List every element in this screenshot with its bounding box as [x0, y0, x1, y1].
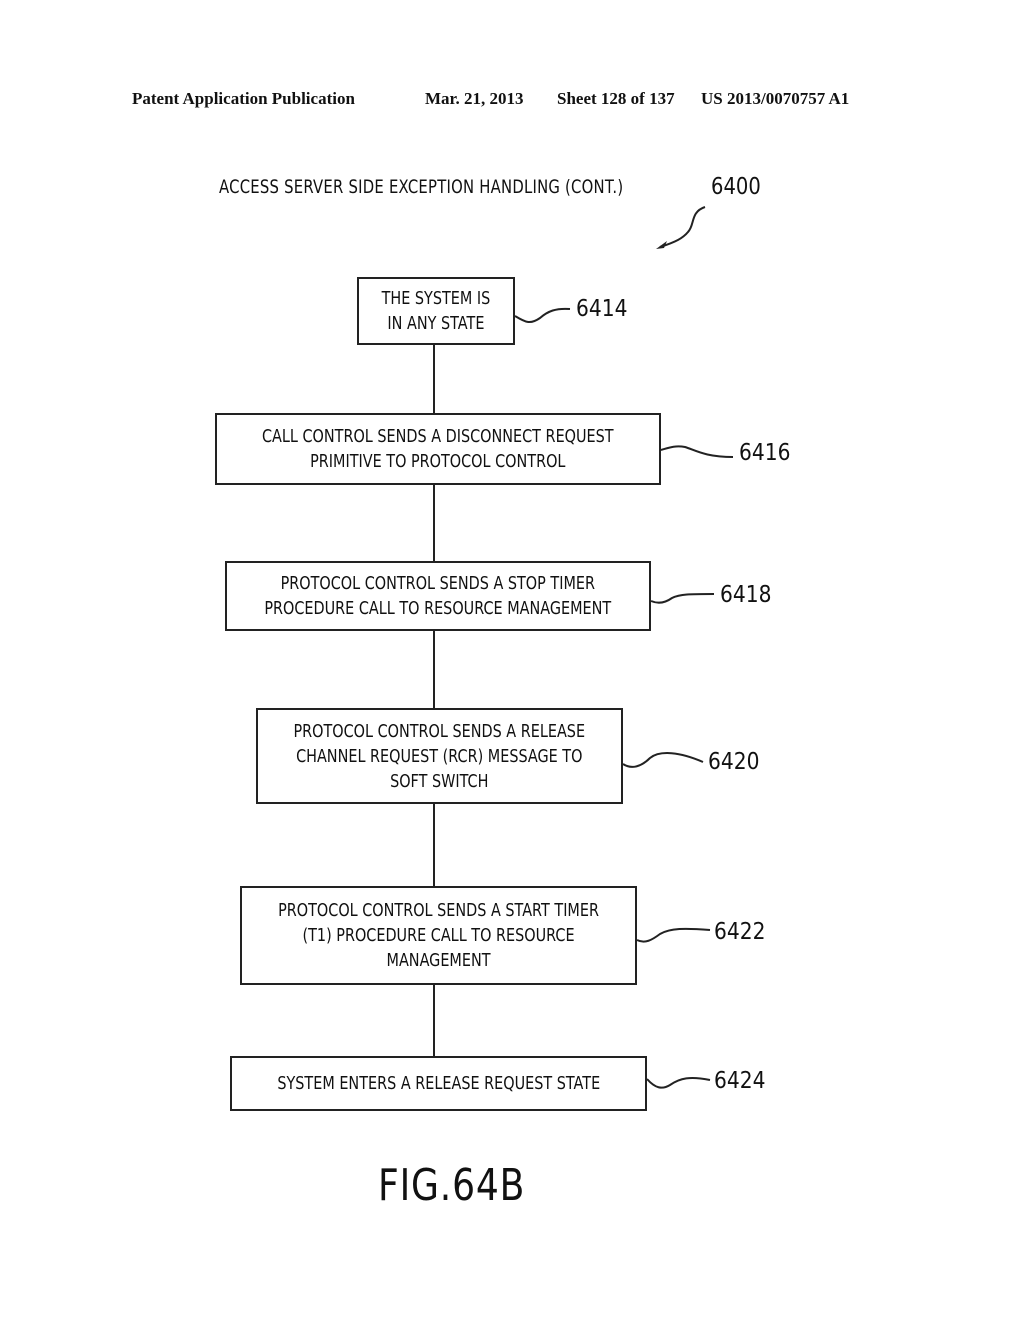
step-text: PROTOCOL CONTROL SENDS A RELEASE CHANNEL… [293, 720, 586, 792]
step-text: CALL CONTROL SENDS A DISCONNECT REQUEST … [262, 426, 614, 472]
flow-step-6422: PROTOCOL CONTROL SENDS A START TIMER (T1… [240, 886, 637, 985]
figure-label: FIG.64B [378, 1160, 526, 1211]
step-text: SYSTEM ENTERS A RELEASE REQUEST STATE [277, 1073, 600, 1094]
connector-lines [433, 206, 734, 1089]
flow-step-6424: SYSTEM ENTERS A RELEASE REQUEST STATE [230, 1056, 647, 1111]
leader-line [646, 1076, 711, 1089]
leader-line [650, 593, 715, 604]
flow-step-6414: THE SYSTEM IS IN ANY STATE [357, 277, 515, 345]
step-reference: 6420 [708, 749, 760, 775]
step-reference: 6422 [714, 919, 766, 945]
flow-step-6418: PROTOCOL CONTROL SENDS A STOP TIMER PROC… [225, 561, 651, 631]
step-reference: 6418 [720, 582, 772, 608]
flow-step-6420: PROTOCOL CONTROL SENDS A RELEASE CHANNEL… [256, 708, 623, 804]
leader-line [514, 307, 571, 324]
step-reference: 6424 [714, 1068, 766, 1094]
step-reference: 6416 [739, 440, 791, 466]
reference-arrow [659, 206, 706, 248]
flow-step-6416: CALL CONTROL SENDS A DISCONNECT REQUEST … [215, 413, 661, 485]
step-text: PROTOCOL CONTROL SENDS A STOP TIMER PROC… [264, 573, 612, 619]
step-text: PROTOCOL CONTROL SENDS A START TIMER (T1… [278, 900, 599, 971]
leader-line [622, 752, 704, 768]
step-text: THE SYSTEM IS IN ANY STATE [381, 288, 491, 334]
step-reference: 6414 [576, 296, 628, 322]
leader-line [660, 445, 734, 458]
leader-line [636, 927, 711, 943]
